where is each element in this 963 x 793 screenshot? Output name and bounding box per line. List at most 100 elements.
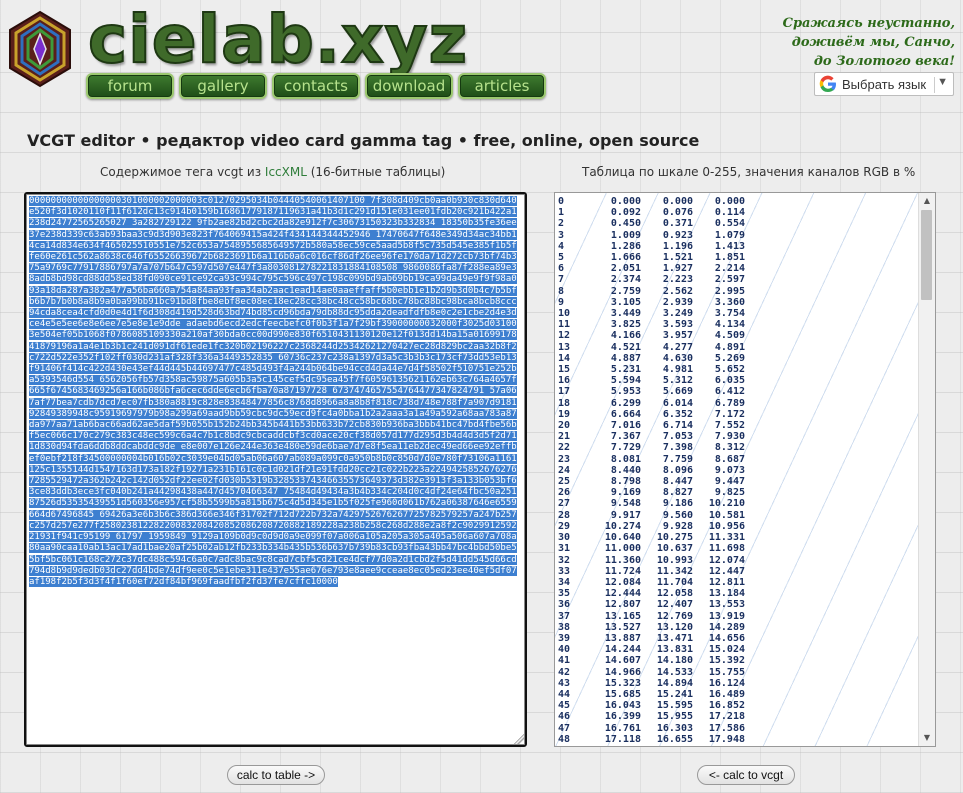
green-value: 0.923 [662, 229, 693, 241]
table-row: 9 3.105 2.939 3.360 [555, 297, 745, 308]
iccxml-link[interactable]: IccXML [265, 165, 307, 179]
table-row: 8 2.759 2.562 2.995 [555, 286, 745, 297]
blue-value: 0.554 [714, 218, 745, 230]
motto-line: Сражаясь неустанно, [782, 16, 955, 31]
red-value: 9.548 [610, 498, 641, 510]
scroll-up-icon[interactable]: ▲ [919, 193, 935, 209]
table-row: 20 7.016 6.714 7.552 [555, 420, 745, 431]
row-index: 16 [558, 375, 571, 387]
red-value: 4.887 [610, 352, 641, 364]
row-index: 44 [558, 688, 571, 700]
calc-to-table-button[interactable]: calc to table -> [227, 765, 325, 785]
red-value: 16.043 [604, 700, 641, 712]
table-row: 18 6.299 6.014 6.789 [555, 398, 745, 409]
blue-value: 7.172 [714, 408, 745, 420]
blue-value: 10.581 [708, 509, 745, 521]
row-index: 23 [558, 453, 571, 465]
red-value: 0.000 [610, 196, 641, 207]
label-text: (16-битные таблицы) [306, 165, 446, 179]
row-index: 46 [558, 711, 571, 723]
nav-forum[interactable]: forum [86, 73, 174, 99]
green-value: 2.223 [662, 274, 693, 286]
blue-value: 14.656 [708, 632, 745, 644]
green-value: 10.637 [656, 543, 693, 555]
red-value: 9.917 [610, 509, 641, 521]
green-value: 1.927 [662, 263, 693, 275]
rgb-table-rows: 0 0.000 0.000 0.000 1 0.092 0.076 0.114 2 0.450 0.… [555, 196, 745, 746]
blue-value: 7.552 [714, 420, 745, 432]
row-index: 8 [558, 285, 565, 297]
green-value: 6.014 [662, 397, 693, 409]
green-value: 4.981 [662, 364, 693, 376]
row-index: 47 [558, 722, 571, 734]
red-value: 13.165 [604, 610, 641, 622]
scroll-thumb[interactable] [921, 210, 932, 300]
green-value: 12.407 [656, 599, 693, 611]
brand-logo-text[interactable]: cielab.xyz [87, 0, 468, 80]
table-row: 45 16.043 15.595 16.852 [555, 700, 745, 711]
scroll-down-icon[interactable]: ▼ [919, 730, 935, 746]
blue-value: 17.218 [708, 711, 745, 723]
green-value: 14.180 [656, 655, 693, 667]
green-value: 7.759 [662, 453, 693, 465]
vcgt-textarea[interactable]: 00000000000000000301000002000003c0127029… [24, 192, 527, 747]
green-value: 8.827 [662, 487, 693, 499]
calc-to-vcgt-button[interactable]: <- calc to vcgt [697, 765, 795, 785]
row-index: 31 [558, 543, 571, 555]
blue-value: 8.687 [714, 453, 745, 465]
blue-value: 17.948 [708, 733, 745, 745]
table-row: 30 10.640 10.275 11.331 [555, 532, 745, 543]
green-value: 8.096 [662, 464, 693, 476]
table-row: 31 11.000 10.637 11.698 [555, 543, 745, 554]
green-value: 16.655 [656, 733, 693, 745]
red-value: 15.323 [604, 677, 641, 689]
blue-value: 3.360 [714, 296, 745, 308]
blue-value: 0.000 [714, 196, 745, 207]
row-index: 25 [558, 476, 571, 488]
table-row: 36 12.807 12.407 13.553 [555, 599, 745, 610]
green-value: 8.447 [662, 476, 693, 488]
nav-gallery[interactable]: gallery [179, 73, 267, 99]
language-select[interactable]: Выбрать язык ▼ [814, 72, 954, 96]
motto-line: до Золотого века! [813, 54, 955, 69]
red-value: 9.169 [610, 487, 641, 499]
red-value: 1.666 [610, 252, 641, 264]
green-value: 6.714 [662, 420, 693, 432]
green-value: 1.196 [662, 240, 693, 252]
red-value: 14.244 [604, 644, 641, 656]
green-value: 15.241 [656, 688, 693, 700]
row-index: 15 [558, 364, 571, 376]
row-index: 34 [558, 576, 571, 588]
red-value: 14.966 [604, 666, 641, 678]
red-value: 7.016 [610, 420, 641, 432]
green-value: 0.000 [662, 196, 693, 207]
row-index: 4 [558, 240, 565, 252]
table-row: 2 0.450 0.371 0.554 [555, 218, 745, 229]
red-value: 2.374 [610, 274, 641, 286]
nav-download[interactable]: download [365, 73, 453, 99]
nav-articles[interactable]: articles [458, 73, 546, 99]
table-row: 33 11.724 11.342 12.447 [555, 566, 745, 577]
page-title: VCGT editor • редактор video card gamma … [27, 131, 700, 150]
table-column-label: Таблица по шкале 0-255, значения каналов… [582, 165, 916, 179]
red-value: 3.449 [610, 308, 641, 320]
red-value: 3.825 [610, 319, 641, 331]
green-value: 1.521 [662, 252, 693, 264]
scrollbar[interactable]: ▲ ▼ [918, 193, 935, 746]
blue-value: 16.852 [708, 700, 745, 712]
table-row: 1 0.092 0.076 0.114 [555, 207, 745, 218]
red-value: 2.759 [610, 285, 641, 297]
table-row: 42 14.966 14.533 15.755 [555, 667, 745, 678]
table-row: 13 4.521 4.277 4.891 [555, 342, 745, 353]
table-row: 44 15.685 15.241 16.489 [555, 689, 745, 700]
row-index: 7 [558, 274, 565, 286]
logo-icon[interactable] [6, 10, 74, 88]
resize-grip[interactable] [514, 734, 524, 744]
green-value: 5.669 [662, 386, 693, 398]
blue-value: 9.447 [714, 476, 745, 488]
green-value: 3.957 [662, 330, 693, 342]
rgb-table-textarea[interactable]: 0 0.000 0.000 0.000 1 0.092 0.076 0.114 2 0.450 0.… [554, 192, 936, 747]
blue-value: 12.447 [708, 565, 745, 577]
green-value: 10.993 [656, 554, 693, 566]
nav-contacts[interactable]: contacts [272, 73, 360, 99]
